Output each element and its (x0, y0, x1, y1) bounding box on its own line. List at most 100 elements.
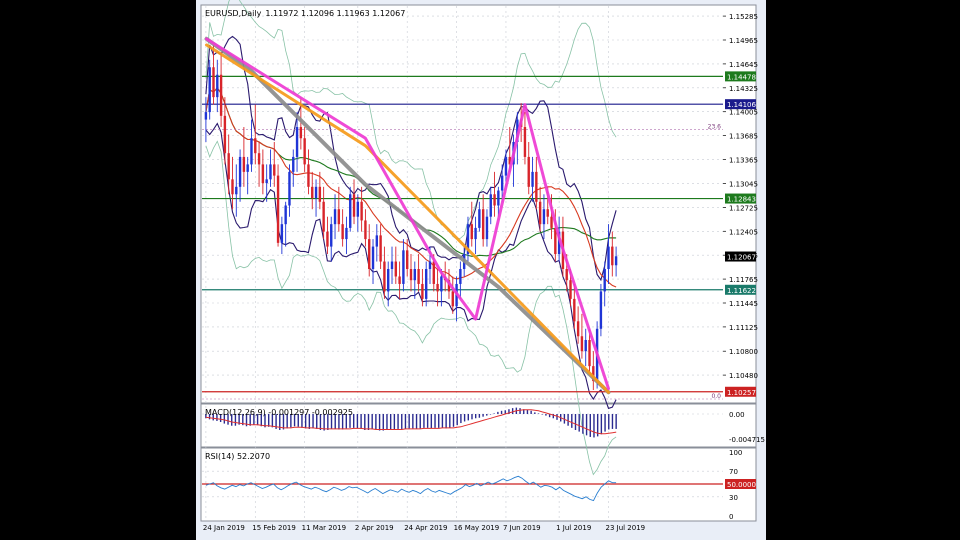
candle-body (546, 209, 549, 217)
candle-body (387, 269, 390, 292)
macd-tick-label: -0.004715 (729, 436, 765, 444)
time-tick-label: 24 Apr 2019 (404, 524, 447, 532)
candle-body (273, 164, 276, 176)
candle-body (231, 179, 234, 195)
price-tick-label: 1.13685 (729, 133, 758, 141)
candle-body (219, 74, 223, 116)
candle-body (406, 250, 409, 270)
candle-body (368, 239, 371, 270)
candle-body (299, 127, 303, 139)
candle-body (504, 156, 508, 176)
candle-body (424, 269, 428, 299)
price-level-tag-label: 1.10257 (727, 389, 756, 397)
candle-body (481, 209, 485, 240)
price-tick-label: 1.13365 (729, 157, 758, 165)
time-tick-label: 11 Mar 2019 (302, 524, 346, 532)
candle-body (345, 227, 348, 240)
candle-body (614, 256, 618, 266)
candle-body (531, 171, 534, 187)
candle-body (527, 156, 530, 187)
candle-body (242, 156, 246, 172)
candle-body (360, 201, 363, 221)
price-tick-label: 1.11445 (729, 300, 758, 308)
candle-body (375, 235, 379, 247)
candle-body (394, 261, 398, 277)
candle-body (326, 231, 329, 247)
candle-body (550, 216, 553, 228)
price-tick-label: 1.10480 (729, 372, 758, 380)
candle-body (261, 164, 265, 184)
main-pane (200, 4, 757, 404)
rsi-title: RSI(14) 52.2070 (205, 452, 270, 461)
symbol-label: EURUSD,Daily (205, 9, 262, 18)
candle-body (428, 261, 432, 270)
candle-body (276, 175, 280, 243)
candle-body (227, 153, 230, 180)
rsi-tick-label: 100 (729, 449, 742, 457)
candle-body (269, 164, 272, 180)
candle-body (478, 209, 481, 228)
price-tick-label: 1.14645 (729, 61, 758, 69)
candle-body (216, 74, 219, 98)
candle-body (383, 261, 386, 292)
rsi-tick-label: 30 (729, 494, 738, 502)
candle-body (497, 190, 500, 206)
price-level-tag-label: 1.11622 (727, 287, 756, 295)
candle-body (314, 186, 318, 199)
candle-body (603, 269, 606, 292)
rsi-tick-label: 0 (729, 513, 733, 521)
candle-body (212, 67, 215, 98)
candle-body (371, 246, 375, 270)
candle-body (257, 153, 261, 165)
time-tick-label: 24 Jan 2019 (203, 524, 245, 532)
candle-body (223, 115, 227, 154)
macd-title: MACD(12,26,9) -0.001297 -0.002925 (205, 408, 353, 417)
candle-body (303, 138, 306, 165)
candle-body (330, 224, 333, 247)
candle-body (337, 209, 341, 225)
candle-body (436, 283, 439, 292)
candle-body (352, 194, 356, 217)
candle-body (421, 283, 424, 299)
candle-body (295, 127, 299, 157)
candle-body (311, 186, 314, 199)
candle-body (284, 205, 287, 225)
candle-body (584, 339, 587, 352)
candle-body (432, 261, 435, 284)
candle-body (379, 235, 382, 262)
price-level-tag-label: 1.12843 (727, 196, 756, 204)
candle-body (254, 138, 257, 154)
time-tick-label: 7 Jun 2019 (503, 524, 541, 532)
candle-body (390, 261, 394, 270)
candle-body (440, 276, 443, 292)
time-tick-label: 15 Feb 2019 (252, 524, 296, 532)
chart-window: 23.60.0 0.00-0.004715 100705030050.0000 … (196, 0, 766, 540)
price-tick-label: 1.14965 (729, 37, 758, 45)
symbol-title: EURUSD,Daily 1.11972 1.12096 1.11963 1.12… (205, 9, 405, 18)
time-tick-label: 1 Jul 2019 (556, 524, 591, 532)
candle-body (565, 269, 568, 281)
candle-body (474, 227, 477, 240)
time-tick-label: 16 May 2019 (454, 524, 500, 532)
candle-body (341, 224, 344, 240)
candle-body (451, 291, 454, 307)
candle-body (280, 224, 284, 243)
candle-body (569, 280, 572, 299)
candle-body (470, 224, 473, 240)
candle-body (413, 269, 416, 281)
price-tick-label: 1.14005 (729, 109, 758, 117)
fib-level-label: 23.6 (708, 123, 722, 130)
price-tick-label: 1.12725 (729, 204, 758, 212)
candle-body (307, 164, 310, 187)
price-tick-label: 1.14325 (729, 85, 758, 93)
candle-body (588, 339, 591, 367)
price-tick-label: 1.10800 (729, 348, 758, 356)
candle-body (246, 164, 249, 172)
candle-body (459, 269, 462, 284)
price-level-tag-label: 1.14106 (727, 101, 756, 109)
candle-body (208, 67, 211, 113)
candle-body (599, 291, 603, 329)
ohlc-label: 1.11972 1.12096 1.11963 1.12067 (265, 9, 405, 18)
candle-body (500, 175, 504, 191)
fib-level-label: 0.0 (711, 393, 721, 400)
